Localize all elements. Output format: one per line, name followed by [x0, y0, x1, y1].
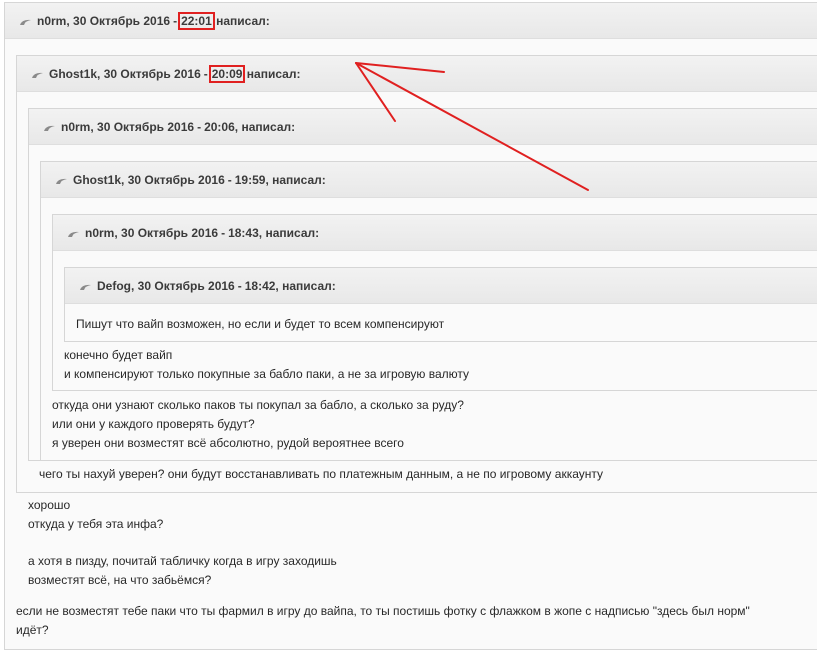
quote-author[interactable]: Ghost1k: [49, 67, 97, 81]
quote-header: Defog, 30 Октябрь 2016- 18:42, написал:: [65, 268, 817, 304]
post-text-line: если не возместят тебе паки что ты фарми…: [16, 604, 750, 618]
quote-header: Ghost1k, 30 Октябрь 2016- 19:59, написал…: [41, 162, 817, 198]
reply-text-line: а хотя в пизду, почитай табличку когда в…: [28, 554, 337, 568]
quote-time-highlighted: 22:01: [178, 11, 215, 30]
reply-text-line: хорошо: [28, 498, 71, 512]
quote-header: n0rm, 30 Октябрь 2016- 18:43, написал:: [53, 215, 817, 251]
quote-time: 19:59,: [234, 172, 269, 187]
reply-text-line: или они у каждого проверять будут?: [52, 417, 255, 431]
reply-text-line: возместят всё, на что забьёмся?: [28, 573, 212, 587]
quote-suffix: написал:: [246, 66, 301, 81]
quote-date: 30 Октябрь 2016: [137, 278, 235, 293]
reply-text-line: чего ты нахуй уверен? они будут восстана…: [39, 467, 603, 481]
quote-time-highlighted: 20:09: [208, 64, 246, 83]
quote-arrow-icon: [56, 178, 67, 184]
quote-suffix: написал:: [272, 172, 326, 187]
quote-arrow-icon: [32, 72, 43, 78]
quote-suffix: написал:: [241, 119, 296, 134]
reply-text-line: и компенсируют только покупные за бабло …: [64, 367, 470, 381]
quote-suffix: написал:: [282, 278, 336, 293]
quote-time: 18:42,: [244, 278, 279, 293]
quote-header: Ghost1k, 30 Октябрь 2016- 20:09 написал:: [17, 56, 817, 92]
quote-header: n0rm, 30 Октябрь 2016- 20:06, написал:: [29, 109, 817, 145]
reply-text-line: конечно будет вайп: [64, 348, 173, 362]
quote-author[interactable]: n0rm: [61, 120, 90, 134]
quote-arrow-icon: [80, 284, 91, 290]
quote-author[interactable]: Defog: [97, 279, 131, 293]
quote-header: n0rm, 30 Октябрь 2016- 22:01 написал:: [5, 3, 817, 39]
quote-date: 30 Октябрь 2016: [127, 172, 225, 187]
quote-author[interactable]: n0rm: [37, 14, 66, 28]
quote-text-defog: Пишут что вайп возможен, но если и будет…: [76, 317, 445, 331]
reply-text-line: откуда они узнают сколько паков ты покуп…: [52, 398, 464, 412]
quote-author[interactable]: n0rm: [85, 226, 114, 240]
quote-arrow-icon: [20, 19, 31, 25]
quote-time: 18:43,: [228, 225, 263, 240]
reply-text-line: откуда у тебя эта инфа?: [28, 517, 164, 531]
quote-date: 30 Октябрь 2016: [103, 66, 201, 81]
quote-arrow-icon: [44, 125, 55, 131]
quote-date: 30 Октябрь 2016: [97, 119, 195, 134]
post-text-line: идёт?: [16, 623, 49, 637]
quote-suffix: написал:: [265, 225, 320, 240]
quote-arrow-icon: [68, 231, 79, 237]
quote-suffix: написал:: [216, 13, 270, 28]
quote-time: 20:06,: [204, 119, 239, 134]
quote-date: 30 Октябрь 2016: [121, 225, 219, 240]
quote-date: 30 Октябрь 2016: [73, 13, 171, 28]
reply-text-line: я уверен они возместят всё абсолютно, ру…: [52, 436, 404, 450]
quote-author[interactable]: Ghost1k: [73, 173, 121, 187]
